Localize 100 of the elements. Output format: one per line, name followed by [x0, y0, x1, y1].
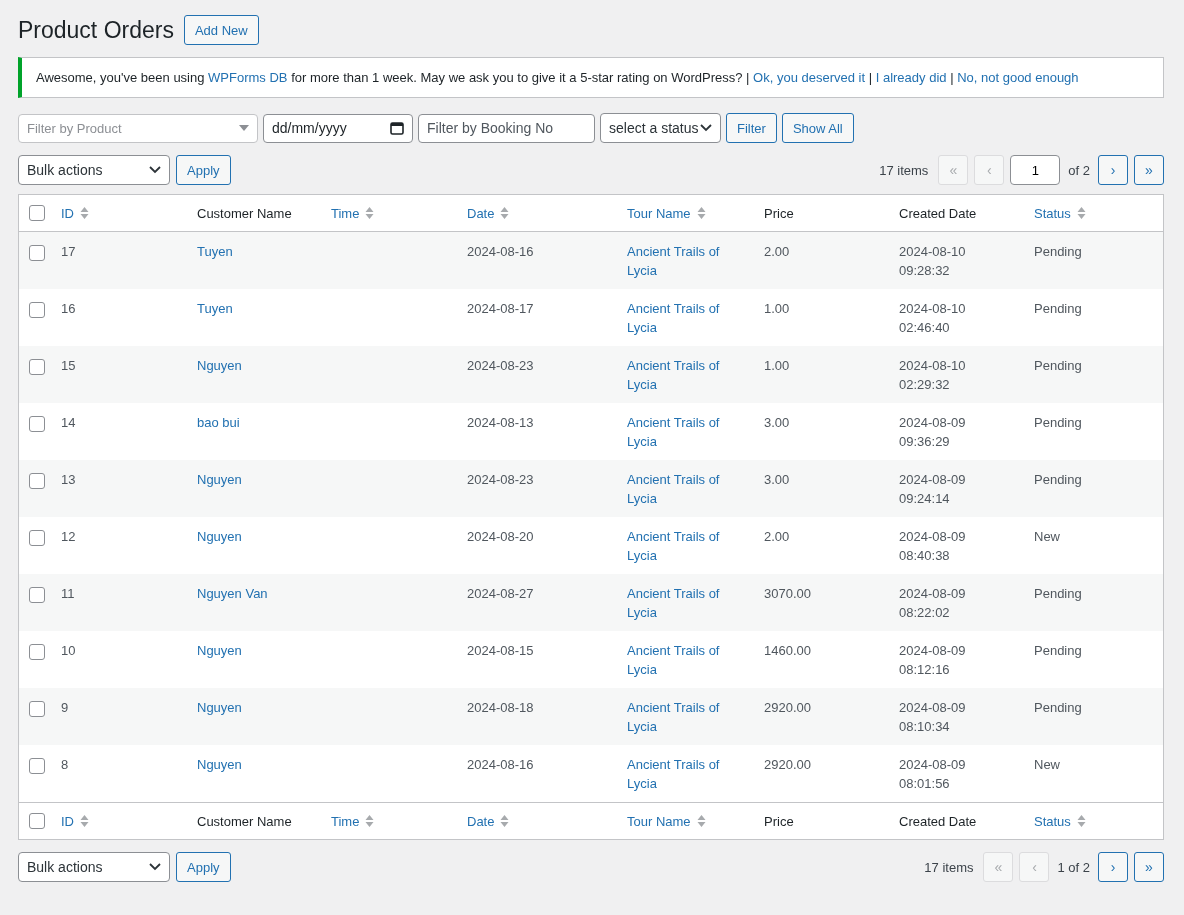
row-checkbox[interactable] — [29, 302, 45, 319]
customer-link[interactable]: Nguyen Van — [197, 586, 268, 601]
select-all-checkbox[interactable] — [29, 813, 45, 829]
booking-date: 2024-08-18 — [467, 700, 534, 715]
page-total: of 2 — [1068, 162, 1090, 178]
chevron-down-icon — [700, 124, 712, 132]
customer-link[interactable]: Tuyen — [197, 244, 233, 259]
bulk-actions-select[interactable]: Bulk actions — [18, 155, 170, 185]
customer-link[interactable]: Nguyen — [197, 529, 242, 544]
column-header-link[interactable]: Time — [331, 813, 375, 829]
tour-link[interactable]: Ancient Trails of Lycia — [627, 470, 727, 508]
customer-link[interactable]: Nguyen — [197, 643, 242, 658]
column-header-link[interactable]: Date — [467, 813, 510, 829]
order-status: Pending — [1034, 301, 1082, 316]
last-page-button[interactable]: » — [1134, 155, 1164, 185]
select-all-checkbox[interactable] — [29, 205, 45, 221]
column-header-link[interactable]: Time — [331, 205, 375, 221]
notice-link[interactable]: I already did — [875, 70, 947, 85]
row-checkbox[interactable] — [29, 245, 45, 262]
row-checkbox[interactable] — [29, 359, 45, 376]
filter-button[interactable]: Show All — [781, 113, 854, 143]
order-id: 17 — [61, 244, 76, 259]
calendar-icon — [390, 121, 404, 135]
created-date: 2024-08-10 09:28:32 — [899, 243, 967, 280]
tour-link[interactable]: Ancient Trails of Lycia — [627, 584, 727, 622]
order-id: 16 — [61, 301, 76, 316]
row-checkbox[interactable] — [29, 587, 45, 604]
booking-date: 2024-08-23 — [467, 358, 534, 373]
customer-link[interactable]: bao bui — [197, 415, 240, 430]
tour-link[interactable]: Ancient Trails of Lycia — [627, 356, 727, 394]
row-checkbox[interactable] — [29, 473, 45, 490]
notice-link[interactable]: No, not good enough — [957, 70, 1079, 85]
column-header: Price — [764, 205, 794, 221]
status-select[interactable]: select a status — [600, 113, 721, 143]
order-id: 12 — [61, 529, 76, 544]
notice-link[interactable]: Ok, you deserved it — [753, 70, 866, 85]
order-id: 15 — [61, 358, 76, 373]
order-status: Pending — [1034, 643, 1082, 658]
column-header-link[interactable]: Status — [1034, 813, 1086, 829]
created-date: 2024-08-10 02:46:40 — [899, 300, 967, 337]
row-checkbox[interactable] — [29, 416, 45, 433]
booking-date: 2024-08-13 — [467, 415, 534, 430]
order-id: 11 — [61, 586, 75, 601]
row-checkbox[interactable] — [29, 758, 45, 775]
order-id: 8 — [61, 757, 69, 772]
next-page-button[interactable]: › — [1098, 155, 1128, 185]
booking-date: 2024-08-20 — [467, 529, 534, 544]
created-date: 2024-08-10 02:29:32 — [899, 357, 967, 394]
order-status: Pending — [1034, 700, 1082, 715]
customer-link[interactable]: Nguyen — [197, 700, 242, 715]
column-header: Created Date — [899, 205, 977, 221]
booking-date: 2024-08-15 — [467, 643, 534, 658]
customer-link[interactable]: Nguyen — [197, 472, 242, 487]
page-indicator: 1 of 2 — [1057, 859, 1090, 875]
bulk-actions-select[interactable]: Bulk actions — [18, 852, 170, 882]
add-new-button[interactable]: Add New — [183, 15, 259, 45]
date-field[interactable]: dd/mm/yyyy — [263, 113, 413, 143]
row-checkbox[interactable] — [29, 530, 45, 547]
column-header: Price — [764, 813, 794, 829]
column-header-link[interactable]: Tour Name — [627, 205, 706, 221]
next-page-button[interactable]: › — [1098, 852, 1128, 882]
created-date: 2024-08-09 09:24:14 — [899, 471, 967, 508]
order-status: New — [1034, 529, 1060, 544]
tour-link[interactable]: Ancient Trails of Lycia — [627, 527, 727, 565]
column-header-link[interactable]: Date — [467, 205, 510, 221]
tour-link[interactable]: Ancient Trails of Lycia — [627, 413, 727, 451]
customer-link[interactable]: Nguyen — [197, 358, 242, 373]
product-filter-select[interactable]: Filter by Product — [18, 113, 258, 143]
price: 2920.00 — [764, 700, 811, 715]
tour-link[interactable]: Ancient Trails of Lycia — [627, 299, 727, 337]
notice-link[interactable]: WPForms DB — [208, 70, 288, 85]
column-header-link[interactable]: ID — [61, 205, 89, 221]
booking-date: 2024-08-16 — [467, 244, 534, 259]
price: 3.00 — [764, 415, 790, 430]
customer-link[interactable]: Nguyen — [197, 757, 242, 772]
booking-date: 2024-08-27 — [467, 586, 534, 601]
last-page-button[interactable]: » — [1134, 852, 1164, 882]
booking-date: 2024-08-16 — [467, 757, 534, 772]
page-number-field[interactable]: 1 — [1010, 155, 1061, 185]
created-date: 2024-08-09 08:40:38 — [899, 528, 967, 565]
apply-button[interactable]: Apply — [176, 852, 231, 882]
chevron-down-icon — [149, 863, 161, 871]
booking-search-field[interactable]: Filter by Booking No — [418, 113, 595, 143]
filter-button[interactable]: Filter — [726, 113, 777, 143]
tour-link[interactable]: Ancient Trails of Lycia — [627, 698, 727, 736]
column-header-link[interactable]: Status — [1034, 205, 1086, 221]
tour-link[interactable]: Ancient Trails of Lycia — [627, 242, 727, 280]
price: 1460.00 — [764, 643, 811, 658]
order-status: Pending — [1034, 244, 1082, 259]
customer-link[interactable]: Tuyen — [197, 301, 233, 316]
row-checkbox[interactable] — [29, 644, 45, 661]
tour-link[interactable]: Ancient Trails of Lycia — [627, 755, 727, 793]
price: 1.00 — [764, 301, 790, 316]
row-checkbox[interactable] — [29, 701, 45, 718]
column-header-link[interactable]: ID — [61, 813, 89, 829]
column-header-link[interactable]: Tour Name — [627, 813, 706, 829]
booking-date: 2024-08-17 — [467, 301, 534, 316]
page-title: Product Orders — [18, 16, 174, 44]
tour-link[interactable]: Ancient Trails of Lycia — [627, 641, 727, 679]
apply-button[interactable]: Apply — [176, 155, 231, 185]
